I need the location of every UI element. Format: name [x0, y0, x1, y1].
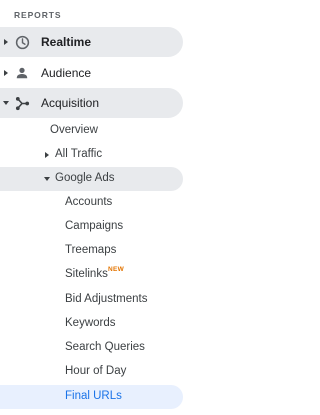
sidebar-item-final-urls[interactable]: Final URLs — [0, 385, 183, 409]
sidebar-item-label: Overview — [50, 124, 98, 136]
sidebar-item-label: All Traffic — [55, 148, 103, 160]
sidebar-item-label: Final URLs — [65, 390, 122, 402]
sidebar-item-accounts[interactable]: Accounts — [0, 191, 183, 215]
sidebar-item-label: Campaigns — [65, 220, 124, 232]
sidebar-item-label: Accounts — [65, 196, 113, 208]
reports-nav: REPORTS Realtime Audience Acquisition Ov… — [0, 0, 200, 415]
sidebar-item-label: Google Ads — [55, 172, 115, 184]
sidebar-item-realtime[interactable]: Realtime — [0, 27, 183, 57]
sidebar-item-label: Acquisition — [41, 96, 100, 110]
reports-section-header: REPORTS — [14, 10, 62, 20]
sidebar-item-acquisition[interactable]: Acquisition — [0, 88, 183, 118]
sidebar-item-search-queries[interactable]: Search Queries — [0, 336, 183, 360]
collapse-caret-icon[interactable] — [44, 177, 50, 181]
expand-caret-icon[interactable] — [4, 38, 8, 45]
sidebar-item-label: Treemaps — [65, 244, 117, 256]
sidebar-item-label: Audience — [41, 66, 92, 80]
collapse-caret-icon[interactable] — [3, 101, 9, 105]
sidebar-item-sitelinks[interactable]: Sitelinks NEW — [0, 263, 183, 287]
person-icon — [14, 65, 30, 81]
acquisition-icon — [14, 95, 30, 111]
sidebar-item-campaigns[interactable]: Campaigns — [0, 215, 183, 239]
sidebar-item-all-traffic[interactable]: All Traffic — [0, 143, 183, 167]
sidebar-item-keywords[interactable]: Keywords — [0, 312, 183, 336]
sidebar-item-label: Keywords — [65, 317, 116, 329]
sidebar-item-overview[interactable]: Overview — [0, 119, 183, 143]
sidebar-item-label: Bid Adjustments — [65, 293, 148, 305]
sidebar-item-treemaps[interactable]: Treemaps — [0, 239, 183, 263]
sidebar-item-hour-of-day[interactable]: Hour of Day — [0, 360, 183, 384]
sidebar-item-label: Sitelinks — [65, 268, 108, 280]
sidebar-item-label: Search Queries — [65, 341, 145, 353]
sidebar-item-bid-adjustments[interactable]: Bid Adjustments — [0, 288, 183, 312]
clock-icon — [14, 34, 30, 50]
expand-caret-icon[interactable] — [4, 69, 8, 76]
sidebar-item-google-ads[interactable]: Google Ads — [0, 167, 183, 191]
sidebar-item-label: Hour of Day — [65, 365, 127, 377]
new-badge: NEW — [108, 266, 125, 273]
sidebar-item-label: Realtime — [41, 35, 92, 49]
sidebar-item-audience[interactable]: Audience — [0, 58, 183, 88]
expand-caret-icon[interactable] — [45, 151, 49, 158]
